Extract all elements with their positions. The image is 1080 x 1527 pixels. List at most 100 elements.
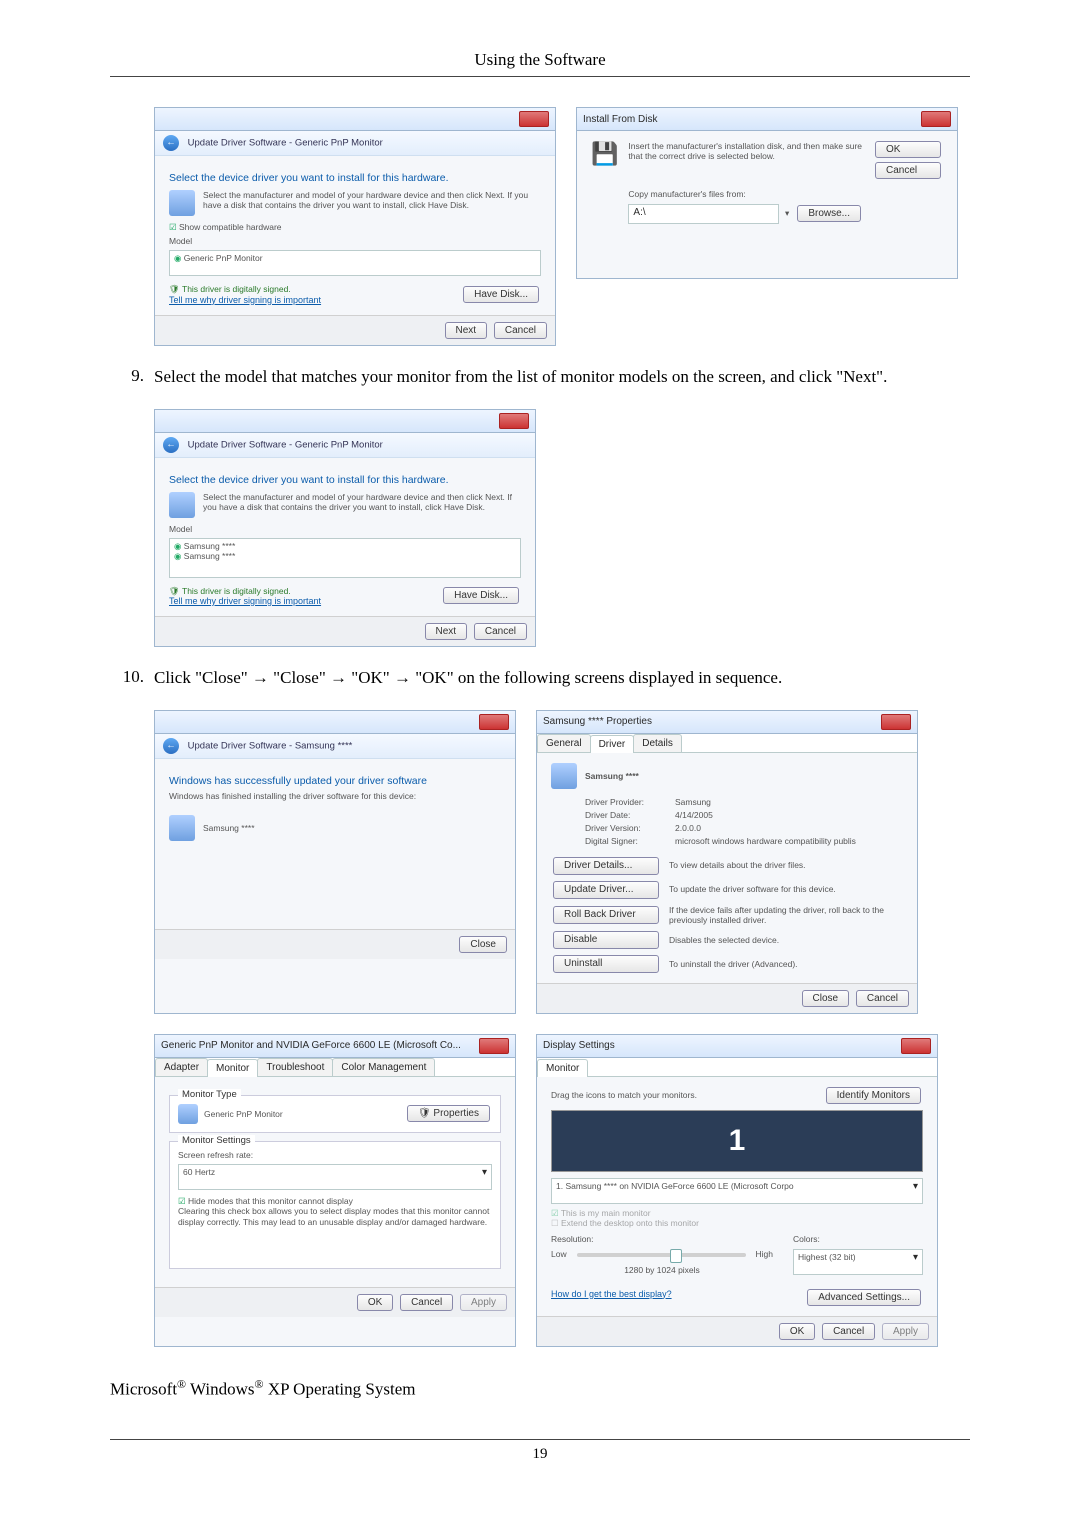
signing-link[interactable]: Tell me why driver signing is important <box>169 596 321 606</box>
have-disk-button[interactable]: Have Disk... <box>463 286 539 303</box>
breadcrumb: ← Update Driver Software - Samsung **** <box>155 734 515 759</box>
close-icon[interactable] <box>901 1038 931 1054</box>
tab-general[interactable]: General <box>537 734 591 752</box>
page-footer: 19 <box>110 1439 970 1463</box>
apply-button[interactable]: Apply <box>882 1323 929 1340</box>
resolution-slider[interactable] <box>577 1253 746 1257</box>
install-from-disk-dialog: Install From Disk 💾 Insert the manufactu… <box>576 107 958 279</box>
uninstall-button[interactable]: Uninstall <box>553 955 659 973</box>
dialog-title: Generic PnP Monitor and NVIDIA GeForce 6… <box>161 1040 461 1051</box>
window-titlebar <box>155 108 555 131</box>
monitor-icon <box>178 1104 198 1124</box>
cancel-button[interactable]: Cancel <box>822 1323 875 1340</box>
update-driver-window-1: ← Update Driver Software - Generic PnP M… <box>154 107 556 346</box>
identify-monitors-button[interactable]: Identify Monitors <box>826 1087 921 1104</box>
close-icon[interactable] <box>881 714 911 730</box>
ok-button[interactable]: OK <box>875 141 941 158</box>
low-label: Low <box>551 1249 567 1259</box>
next-button[interactable]: Next <box>425 623 468 640</box>
drag-text: Drag the icons to match your monitors. <box>551 1090 697 1100</box>
success-heading: Windows has successfully updated your dr… <box>169 775 501 787</box>
step-number: 9. <box>110 366 154 389</box>
colors-select[interactable]: Highest (32 bit) ▾ <box>793 1249 923 1275</box>
back-icon[interactable]: ← <box>163 738 179 754</box>
tab-troubleshoot[interactable]: Troubleshoot <box>257 1058 333 1076</box>
tab-adapter[interactable]: Adapter <box>155 1058 208 1076</box>
dropdown-icon[interactable]: ▾ <box>913 1181 918 1201</box>
extend-desktop-checkbox: Extend the desktop onto this monitor <box>551 1218 923 1228</box>
disable-button[interactable]: Disable <box>553 931 659 949</box>
dialog-title: Samsung **** Properties <box>543 716 652 727</box>
properties-button[interactable]: 🛡 Properties <box>407 1105 490 1122</box>
crumb-text: Update Driver Software - Generic PnP Mon… <box>188 138 383 149</box>
resolution-label: Resolution: <box>551 1234 773 1244</box>
close-icon[interactable] <box>519 111 549 127</box>
best-display-link[interactable]: How do I get the best display? <box>551 1289 672 1306</box>
tab-monitor[interactable]: Monitor <box>537 1059 588 1077</box>
path-input[interactable]: A:\ <box>628 204 779 224</box>
crumb-text: Update Driver Software - Generic PnP Mon… <box>188 439 383 450</box>
disk-icon: 💾 <box>591 141 618 228</box>
wizard-heading: Select the device driver you want to ins… <box>169 172 541 184</box>
update-success-window: ← Update Driver Software - Samsung **** … <box>154 710 516 1014</box>
tab-color-management[interactable]: Color Management <box>332 1058 435 1076</box>
model-listbox[interactable]: Samsung **** Samsung **** <box>169 538 521 578</box>
refresh-rate-select[interactable]: 60 Hertz ▾ <box>178 1164 492 1190</box>
monitor-select[interactable]: 1. Samsung **** on NVIDIA GeForce 6600 L… <box>551 1178 923 1204</box>
signed-label: 🛡 This driver is digitally signed. <box>169 284 321 294</box>
apply-button[interactable]: Apply <box>460 1294 507 1311</box>
signing-link[interactable]: Tell me why driver signing is important <box>169 295 321 305</box>
cancel-button[interactable]: Cancel <box>474 623 527 640</box>
hide-modes-checkbox[interactable]: Hide modes that this monitor cannot disp… <box>178 1196 492 1206</box>
show-compatible-checkbox[interactable]: Show compatible hardware <box>169 222 541 232</box>
close-icon[interactable] <box>921 111 951 127</box>
close-icon[interactable] <box>499 413 529 429</box>
update-driver-button[interactable]: Update Driver... <box>553 881 659 899</box>
model-listbox[interactable]: Generic PnP Monitor <box>169 250 541 276</box>
monitor-icon <box>169 190 195 216</box>
back-icon[interactable]: ← <box>163 437 179 453</box>
device-properties-window: Samsung **** Properties General Driver D… <box>536 710 918 1014</box>
model-item[interactable]: Generic PnP Monitor <box>174 253 263 263</box>
tab-driver[interactable]: Driver <box>590 735 635 753</box>
model-item[interactable]: Samsung **** <box>174 541 516 551</box>
cancel-button[interactable]: Cancel <box>494 322 547 339</box>
close-icon[interactable] <box>479 714 509 730</box>
disk-desc: Insert the manufacturer's installation d… <box>628 141 863 161</box>
tab-monitor[interactable]: Monitor <box>207 1059 258 1077</box>
tab-details[interactable]: Details <box>633 734 682 752</box>
cancel-button[interactable]: Cancel <box>856 990 909 1007</box>
next-button[interactable]: Next <box>445 322 488 339</box>
page-header: Using the Software <box>110 50 970 77</box>
copy-from-label: Copy manufacturer's files from: <box>628 189 863 199</box>
group-legend: Monitor Type <box>178 1089 241 1100</box>
monitor-preview[interactable]: 1 <box>551 1110 923 1172</box>
signer-label: Digital Signer: <box>585 836 675 846</box>
model-label: Model <box>169 524 521 534</box>
dropdown-icon[interactable]: ▾ <box>785 208 789 218</box>
dropdown-icon[interactable]: ▾ <box>913 1252 918 1272</box>
rollback-button[interactable]: Roll Back Driver <box>553 906 659 924</box>
close-button[interactable]: Close <box>802 990 850 1007</box>
cancel-button[interactable]: Cancel <box>875 162 941 179</box>
resolution-value: 1280 by 1024 pixels <box>551 1265 773 1275</box>
monitor-icon <box>551 763 577 789</box>
ok-button[interactable]: OK <box>779 1323 815 1340</box>
advanced-settings-button[interactable]: Advanced Settings... <box>807 1289 921 1306</box>
wizard-heading: Select the device driver you want to ins… <box>169 474 521 486</box>
close-icon[interactable] <box>479 1038 509 1054</box>
breadcrumb: ← Update Driver Software - Generic PnP M… <box>155 433 535 458</box>
driver-details-button[interactable]: Driver Details... <box>553 857 659 875</box>
window-titlebar <box>155 711 515 734</box>
dropdown-icon[interactable]: ▾ <box>482 1167 487 1187</box>
provider-label: Driver Provider: <box>585 797 675 807</box>
browse-button[interactable]: Browse... <box>797 205 861 222</box>
back-icon[interactable]: ← <box>163 135 179 151</box>
version-label: Driver Version: <box>585 823 675 833</box>
ok-button[interactable]: OK <box>357 1294 393 1311</box>
cancel-button[interactable]: Cancel <box>400 1294 453 1311</box>
close-button[interactable]: Close <box>459 936 507 953</box>
window-titlebar <box>155 410 535 433</box>
model-item[interactable]: Samsung **** <box>174 551 516 561</box>
have-disk-button[interactable]: Have Disk... <box>443 587 519 604</box>
